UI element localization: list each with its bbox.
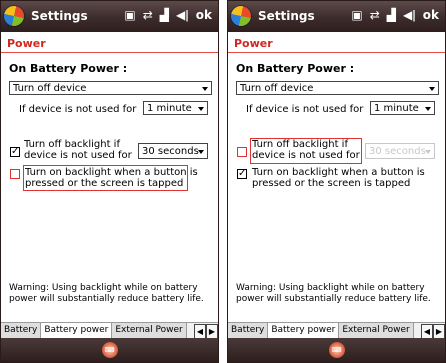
connectivity-icon[interactable]: ▣: [124, 8, 135, 22]
backlight-label-line1: Turn off backlight if: [252, 139, 348, 150]
windows-start-icon[interactable]: [2, 4, 26, 28]
volume-icon[interactable]: ◀ǀ: [403, 8, 416, 22]
windows-start-icon[interactable]: [229, 4, 253, 28]
backlight-timeout-value: 30 seconds: [369, 146, 426, 157]
idle-label: If device is not used for: [19, 104, 137, 115]
menu-bar: ⌨: [228, 338, 445, 362]
battery-warning: Warning: Using backlight while on batter…: [9, 283, 204, 304]
button-backlight-label: Turn on backlight when a button is press…: [252, 167, 425, 189]
settings-content: Power On Battery Power : Turn off device…: [1, 32, 218, 341]
tab-battery[interactable]: Battery: [228, 323, 269, 339]
backlight-label-line2: device is not used for: [252, 150, 360, 161]
chevron-left-icon[interactable]: ◀: [194, 324, 206, 339]
button-backlight-line1: Turn on backlight when a button is: [252, 167, 425, 178]
button-backlight-line2: pressed or the screen is tapped: [25, 178, 184, 189]
device-screen-left: Settings ▣ ⇄ ▟ ◀ǀ ok Power On Battery Po…: [0, 0, 219, 363]
device-screen-right: Settings ▣ ⇄ ▟ ◀ǀ ok Power On Battery Po…: [227, 0, 446, 363]
page-title: Power: [7, 37, 46, 50]
input-panel-icon[interactable]: ⌨: [101, 342, 118, 358]
ok-button[interactable]: ok: [196, 8, 212, 22]
volume-icon[interactable]: ◀ǀ: [176, 8, 189, 22]
idle-timeout-select[interactable]: 1 minute: [370, 101, 435, 115]
input-panel-icon[interactable]: ⌨: [328, 342, 345, 358]
title-divider: [1, 52, 218, 53]
chevron-down-icon: [429, 87, 435, 91]
battery-mode-value: Turn off device: [240, 83, 314, 94]
tab-scroll: ◀ ▶: [194, 323, 218, 339]
page-title: Power: [234, 37, 273, 50]
button-backlight-checkbox[interactable]: [10, 169, 20, 179]
chevron-down-icon: [198, 150, 204, 154]
title-bar: Settings ▣ ⇄ ▟ ◀ǀ ok: [228, 1, 445, 32]
battery-warning: Warning: Using backlight while on batter…: [236, 283, 431, 304]
backlight-timeout-value: 30 seconds: [142, 146, 199, 157]
backlight-label-line2: device is not used for: [24, 150, 132, 161]
button-backlight-checkbox[interactable]: ✓: [237, 169, 247, 179]
idle-timeout-value: 1 minute: [374, 103, 419, 114]
idle-label: If device is not used for: [246, 104, 364, 115]
backlight-timeout-select[interactable]: 30 seconds: [138, 143, 208, 159]
tab-external-power[interactable]: External Power: [339, 323, 414, 339]
network-icon[interactable]: ⇄: [370, 8, 380, 22]
title-bar: Settings ▣ ⇄ ▟ ◀ǀ ok: [1, 1, 218, 32]
chevron-down-icon: [425, 107, 431, 111]
system-tray: ▣ ⇄ ▟ ◀ǀ ok: [351, 8, 439, 22]
signal-icon[interactable]: ▟: [387, 8, 396, 22]
chevron-right-icon[interactable]: ▶: [433, 324, 445, 339]
backlight-checkbox[interactable]: [237, 147, 247, 157]
chevron-right-icon[interactable]: ▶: [206, 324, 218, 339]
section-label: On Battery Power :: [236, 62, 355, 75]
idle-timeout-select[interactable]: 1 minute: [143, 101, 208, 115]
chevron-left-icon[interactable]: ◀: [421, 324, 433, 339]
backlight-checkbox[interactable]: ✓: [10, 147, 20, 157]
connectivity-icon[interactable]: ▣: [351, 8, 362, 22]
signal-icon[interactable]: ▟: [160, 8, 169, 22]
tab-external-power[interactable]: External Power: [112, 323, 187, 339]
button-backlight-line1: Turn on backlight when a button is: [25, 167, 198, 178]
title-divider: [228, 52, 445, 53]
battery-mode-value: Turn off device: [13, 83, 87, 94]
backlight-label: Turn off backlight if device is not used…: [24, 139, 132, 161]
battery-mode-select[interactable]: Turn off device: [9, 81, 212, 95]
chevron-down-icon: [198, 107, 204, 111]
section-label: On Battery Power :: [9, 62, 128, 75]
app-title: Settings: [31, 9, 88, 23]
settings-content: Power On Battery Power : Turn off device…: [228, 32, 445, 341]
tab-scroll: ◀ ▶: [421, 323, 445, 339]
ok-button[interactable]: ok: [423, 8, 439, 22]
chevron-down-icon: [202, 87, 208, 91]
idle-timeout-value: 1 minute: [147, 103, 192, 114]
menu-bar: ⌨: [1, 338, 218, 362]
button-backlight-line2: pressed or the screen is tapped: [252, 178, 411, 189]
app-title: Settings: [258, 9, 315, 23]
tab-battery[interactable]: Battery: [1, 323, 42, 339]
system-tray: ▣ ⇄ ▟ ◀ǀ ok: [124, 8, 212, 22]
backlight-label-line1: Turn off backlight if: [24, 139, 120, 150]
chevron-down-icon: [425, 150, 431, 154]
backlight-timeout-select[interactable]: 30 seconds: [365, 143, 435, 159]
battery-mode-select[interactable]: Turn off device: [236, 81, 439, 95]
button-backlight-label: Turn on backlight when a button is press…: [25, 167, 198, 189]
network-icon[interactable]: ⇄: [143, 8, 153, 22]
backlight-label: Turn off backlight if device is not used…: [252, 139, 360, 161]
